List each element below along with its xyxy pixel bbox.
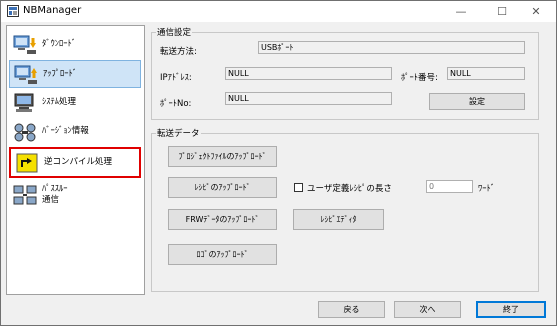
close-button[interactable]: ✕ xyxy=(516,1,556,22)
ip-address-field: NULL xyxy=(225,67,392,80)
sidebar-item-label: 逆コンパイル処理 xyxy=(44,157,113,167)
sidebar-item-label: ﾊﾞｰｼﾞｮﾝ情報 xyxy=(42,126,89,136)
sidebar-item-upload[interactable]: ｱｯﾌﾟﾛｰﾄﾞ xyxy=(9,60,141,88)
pass-through-label-line2: 通信 xyxy=(42,195,60,205)
logo-upload-button[interactable]: ﾛｺﾞのｱｯﾌﾟﾛｰﾄﾞ xyxy=(168,244,277,265)
pass-through-label-line1: ﾊﾟｽｽﾙｰ xyxy=(42,184,68,194)
recipe-upload-button[interactable]: ﾚｼﾋﾟのｱｯﾌﾟﾛｰﾄﾞ xyxy=(168,177,277,198)
sidebar-item-system-processing[interactable]: ｼｽﾃﾑ処理 xyxy=(9,89,141,117)
sidebar-item-version-info[interactable]: ﾊﾞｰｼﾞｮﾝ情報 xyxy=(9,118,141,146)
recipe-editor-button[interactable]: ﾚｼﾋﾟｴﾃﾞｨﾀ xyxy=(293,209,384,230)
word-unit-label: ﾜｰﾄﾞ xyxy=(478,184,496,194)
sidebar-item-label: ｼｽﾃﾑ処理 xyxy=(42,97,77,107)
sidebar-item-label: ﾊﾟｽｽﾙｰ 通信 xyxy=(42,184,68,206)
user-recipe-length-label: ユーザ定義ﾚｼﾋﾟの長さ xyxy=(307,184,392,194)
transfer-data-legend: 転送データ xyxy=(157,129,200,139)
app-icon xyxy=(7,5,19,17)
back-button[interactable]: 戻る xyxy=(318,301,385,318)
user-recipe-length-field[interactable]: 0 xyxy=(426,180,473,193)
port-number-label: ﾎﾟｰﾄ番号: xyxy=(401,73,438,83)
port-number-field: NULL xyxy=(447,67,525,80)
next-button[interactable]: 次へ xyxy=(394,301,461,318)
sidebar-item-label: ﾀﾞｳﾝﾛｰﾄﾞ xyxy=(42,39,77,49)
frw-data-upload-button[interactable]: FRWﾃﾞｰﾀのｱｯﾌﾟﾛｰﾄﾞ xyxy=(168,209,277,230)
port-no-label: ﾎﾟｰﾄNo: xyxy=(160,99,192,109)
user-recipe-length-checkbox[interactable] xyxy=(294,183,303,192)
sidebar-item-decompile[interactable]: 逆コンパイル処理 xyxy=(9,147,141,178)
title-bar[interactable]: NBManager — ☐ ✕ xyxy=(1,1,556,22)
sidebar-item-label: ｱｯﾌﾟﾛｰﾄﾞ xyxy=(43,69,78,79)
sidebar-nav: ﾀﾞｳﾝﾛｰﾄﾞ ｱｯﾌﾟﾛｰﾄﾞ ｼｽﾃﾑ処理 ﾊﾞｰｼﾞｮﾝ情報 逆コンパイ… xyxy=(6,25,145,295)
ip-address-label: IPｱﾄﾞﾚｽ: xyxy=(160,73,192,83)
finish-button[interactable]: 終了 xyxy=(476,301,546,318)
decompile-icon xyxy=(16,153,38,173)
upload-icon xyxy=(14,65,37,84)
port-no-field: NULL xyxy=(225,92,392,105)
version-info-icon xyxy=(14,123,36,142)
project-file-upload-button[interactable]: ﾌﾟﾛｼﾞｪｸﾄﾌｧｲﾙのｱｯﾌﾟﾛｰﾄﾞ xyxy=(168,146,277,167)
transfer-method-label: 転送方法: xyxy=(160,47,197,57)
download-icon xyxy=(13,35,36,54)
sidebar-item-download[interactable]: ﾀﾞｳﾝﾛｰﾄﾞ xyxy=(9,31,141,59)
system-processing-icon xyxy=(14,93,34,112)
app-window: NBManager — ☐ ✕ ﾀﾞｳﾝﾛｰﾄﾞ ｱｯﾌﾟﾛｰﾄﾞ ｼｽﾃﾑ処理… xyxy=(0,0,557,326)
window-title: NBManager xyxy=(23,5,82,16)
minimize-button[interactable]: — xyxy=(441,1,481,22)
pass-through-icon xyxy=(13,185,37,205)
sidebar-item-pass-through[interactable]: ﾊﾟｽｽﾙｰ 通信 xyxy=(9,181,141,211)
comm-settings-legend: 通信設定 xyxy=(157,28,192,38)
transfer-method-field: USBﾎﾟｰﾄ xyxy=(258,41,525,54)
settings-button[interactable]: 設定 xyxy=(429,93,525,110)
